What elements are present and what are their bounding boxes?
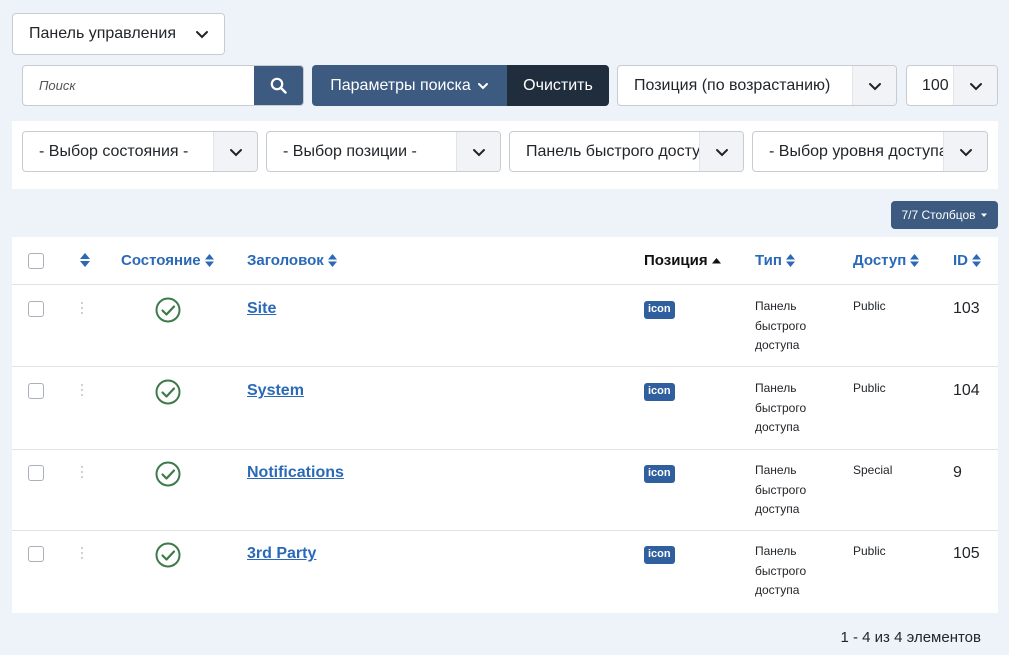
module-type: Панель быстрого доступа (755, 299, 807, 352)
header-id[interactable]: ID (953, 252, 982, 269)
drag-handle-icon[interactable] (80, 546, 84, 560)
module-access: Public (853, 299, 886, 313)
header-type[interactable]: Тип (755, 252, 796, 269)
row-divider (12, 530, 998, 531)
search-button[interactable] (254, 66, 303, 105)
published-check-icon[interactable] (155, 542, 181, 568)
module-access: Public (853, 544, 886, 558)
chevron-down-icon (699, 132, 743, 171)
header-id-label: ID (953, 252, 968, 269)
module-id: 9 (953, 464, 962, 481)
client-panel-select-value: Панель управления (29, 25, 176, 42)
row-checkbox[interactable] (28, 301, 44, 317)
filter-access-value: - Выбор уровня доступа - (769, 142, 943, 160)
row-divider (12, 366, 998, 367)
position-badge: icon (644, 465, 675, 483)
module-title-link[interactable]: System (247, 382, 304, 400)
caret-down-icon (980, 213, 987, 217)
module-access: Special (853, 463, 893, 477)
sort-icon (785, 254, 795, 267)
search-options-button[interactable]: Параметры поиска (312, 65, 507, 106)
header-status-label: Состояние (121, 252, 201, 269)
sort-icon (327, 254, 337, 267)
clear-button[interactable]: Очистить (507, 65, 609, 106)
chevron-down-icon (943, 132, 987, 171)
drag-handle-icon[interactable] (80, 301, 84, 315)
chevron-down-icon (852, 66, 896, 105)
header-type-label: Тип (755, 252, 782, 269)
ordering-select[interactable]: Позиция (по возрастанию) (617, 65, 897, 106)
published-check-icon[interactable] (155, 379, 181, 405)
module-title-link[interactable]: 3rd Party (247, 545, 316, 563)
position-badge: icon (644, 383, 675, 401)
search-options-label: Параметры поиска (330, 76, 471, 94)
module-id: 105 (953, 545, 980, 562)
module-title-link[interactable]: Notifications (247, 464, 344, 482)
row-divider (12, 284, 998, 285)
filter-module-select[interactable]: Панель быстрого доступа (509, 131, 744, 172)
header-title[interactable]: Заголовок (247, 252, 338, 269)
search-input[interactable] (23, 66, 254, 105)
sort-icon (972, 254, 981, 267)
chevron-down-icon (953, 66, 997, 105)
limit-select[interactable]: 100 (906, 65, 998, 106)
row-divider (12, 449, 998, 450)
header-status[interactable]: Состояние (121, 252, 215, 269)
row-checkbox[interactable] (28, 546, 44, 562)
select-all-checkbox[interactable] (28, 253, 44, 269)
limit-select-value: 100 (922, 76, 949, 94)
row-checkbox[interactable] (28, 383, 44, 399)
position-badge: icon (644, 546, 675, 564)
chevron-down-icon (456, 132, 500, 171)
module-type: Панель быстрого доступа (755, 544, 807, 597)
client-panel-select[interactable]: Панель управления (12, 13, 225, 55)
search-icon (270, 77, 287, 94)
header-title-label: Заголовок (247, 252, 324, 269)
filter-module-value: Панель быстрого доступа (526, 142, 699, 160)
filter-position-select[interactable]: - Выбор позиции - (266, 131, 501, 172)
header-position-label: Позиция (644, 252, 708, 269)
columns-toggle-label: 7/7 Столбцов (901, 208, 976, 222)
position-badge: icon (644, 301, 675, 319)
filter-state-value: - Выбор состояния - (39, 142, 189, 160)
module-type: Панель быстрого доступа (755, 463, 807, 516)
drag-handle-icon[interactable] (80, 465, 84, 479)
module-access: Public (853, 381, 886, 395)
chevron-down-icon (213, 132, 257, 171)
chevron-down-icon (180, 14, 224, 54)
row-checkbox[interactable] (28, 465, 44, 481)
columns-toggle-button[interactable]: 7/7 Столбцов (891, 201, 998, 229)
drag-handle-icon[interactable] (80, 383, 84, 397)
filter-position-value: - Выбор позиции - (283, 142, 417, 160)
sort-asc-icon (711, 257, 721, 263)
module-id: 104 (953, 382, 980, 399)
pagination-info: 1 - 4 из 4 элементов (840, 629, 982, 646)
sort-icon (910, 254, 920, 267)
search-box (22, 65, 304, 106)
ordering-sort-icon[interactable] (79, 252, 91, 273)
module-title-link[interactable]: Site (247, 300, 276, 318)
header-access[interactable]: Доступ (853, 252, 920, 269)
module-id: 103 (953, 300, 980, 317)
published-check-icon[interactable] (155, 461, 181, 487)
sort-icon (204, 254, 214, 267)
ordering-select-value: Позиция (по возрастанию) (634, 76, 831, 94)
header-position[interactable]: Позиция (644, 252, 722, 269)
filter-access-select[interactable]: - Выбор уровня доступа - (752, 131, 988, 172)
header-access-label: Доступ (853, 252, 907, 269)
chevron-down-icon (477, 82, 488, 89)
published-check-icon[interactable] (155, 297, 181, 323)
module-type: Панель быстрого доступа (755, 381, 807, 434)
filter-state-select[interactable]: - Выбор состояния - (22, 131, 258, 172)
